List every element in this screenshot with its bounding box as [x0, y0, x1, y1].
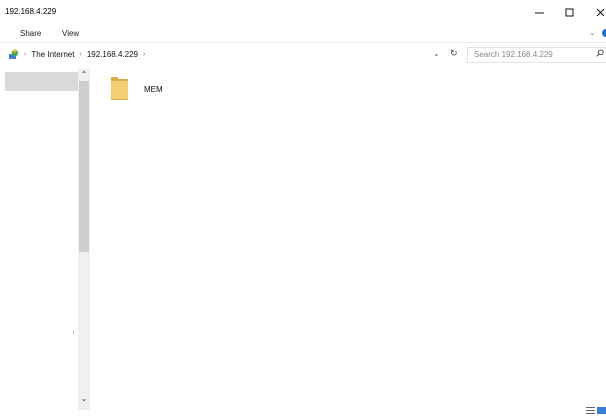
scroll-down-arrow-icon[interactable]: ⌄	[78, 394, 90, 403]
help-icon[interactable]	[602, 29, 606, 37]
breadcrumb-current[interactable]: 192.168.4.229	[87, 50, 138, 59]
refresh-icon[interactable]: ↻	[450, 48, 458, 59]
search-placeholder: Search 192.168.4.229	[474, 50, 553, 59]
address-bar-row: › The Internet › 192.168.4.229 › ⌄ ↻ Sea…	[0, 46, 606, 64]
maximize-icon	[565, 8, 573, 16]
scroll-up-arrow-icon[interactable]: ⌃	[78, 70, 90, 79]
expand-ribbon-chevron-icon[interactable]: ⌄	[589, 28, 596, 37]
folder-item[interactable]: MEM	[108, 75, 163, 103]
breadcrumb-separator-icon[interactable]: ›	[79, 51, 81, 58]
ribbon-tabs: Share View ⌄	[0, 24, 606, 43]
view-switcher	[586, 407, 606, 414]
minimize-button[interactable]	[528, 4, 550, 20]
navigation-pane[interactable]: ⌃ ⌄	[0, 69, 90, 410]
large-icons-view-icon[interactable]	[597, 407, 606, 414]
search-icon[interactable]	[596, 49, 604, 59]
nav-divider	[73, 331, 74, 334]
tab-share[interactable]: Share	[20, 29, 41, 38]
network-location-icon	[9, 49, 19, 59]
nav-selected-item[interactable]	[5, 72, 78, 91]
tab-view[interactable]: View	[62, 29, 79, 38]
title-bar: 192.168.4.229	[0, 0, 606, 24]
address-bar[interactable]: › The Internet › 192.168.4.229 ›	[4, 46, 464, 62]
file-list[interactable]: MEM	[90, 69, 606, 410]
folder-label: MEM	[144, 84, 163, 94]
close-button[interactable]	[589, 4, 606, 20]
search-input[interactable]: Search 192.168.4.229	[467, 47, 606, 63]
folder-icon	[111, 77, 128, 100]
breadcrumb-separator-icon: ›	[24, 50, 27, 58]
breadcrumb-separator-icon[interactable]: ›	[143, 51, 145, 58]
window-title: 192.168.4.229	[5, 7, 57, 16]
minimize-icon	[534, 12, 544, 13]
maximize-button[interactable]	[558, 4, 580, 20]
breadcrumb-root[interactable]: The Internet	[31, 50, 74, 59]
scrollbar-thumb[interactable]	[79, 81, 89, 252]
close-icon	[596, 8, 604, 16]
address-history-dropdown-icon[interactable]: ⌄	[433, 49, 440, 58]
details-view-icon[interactable]	[586, 407, 595, 414]
navigation-scrollbar[interactable]: ⌃ ⌄	[78, 69, 90, 410]
